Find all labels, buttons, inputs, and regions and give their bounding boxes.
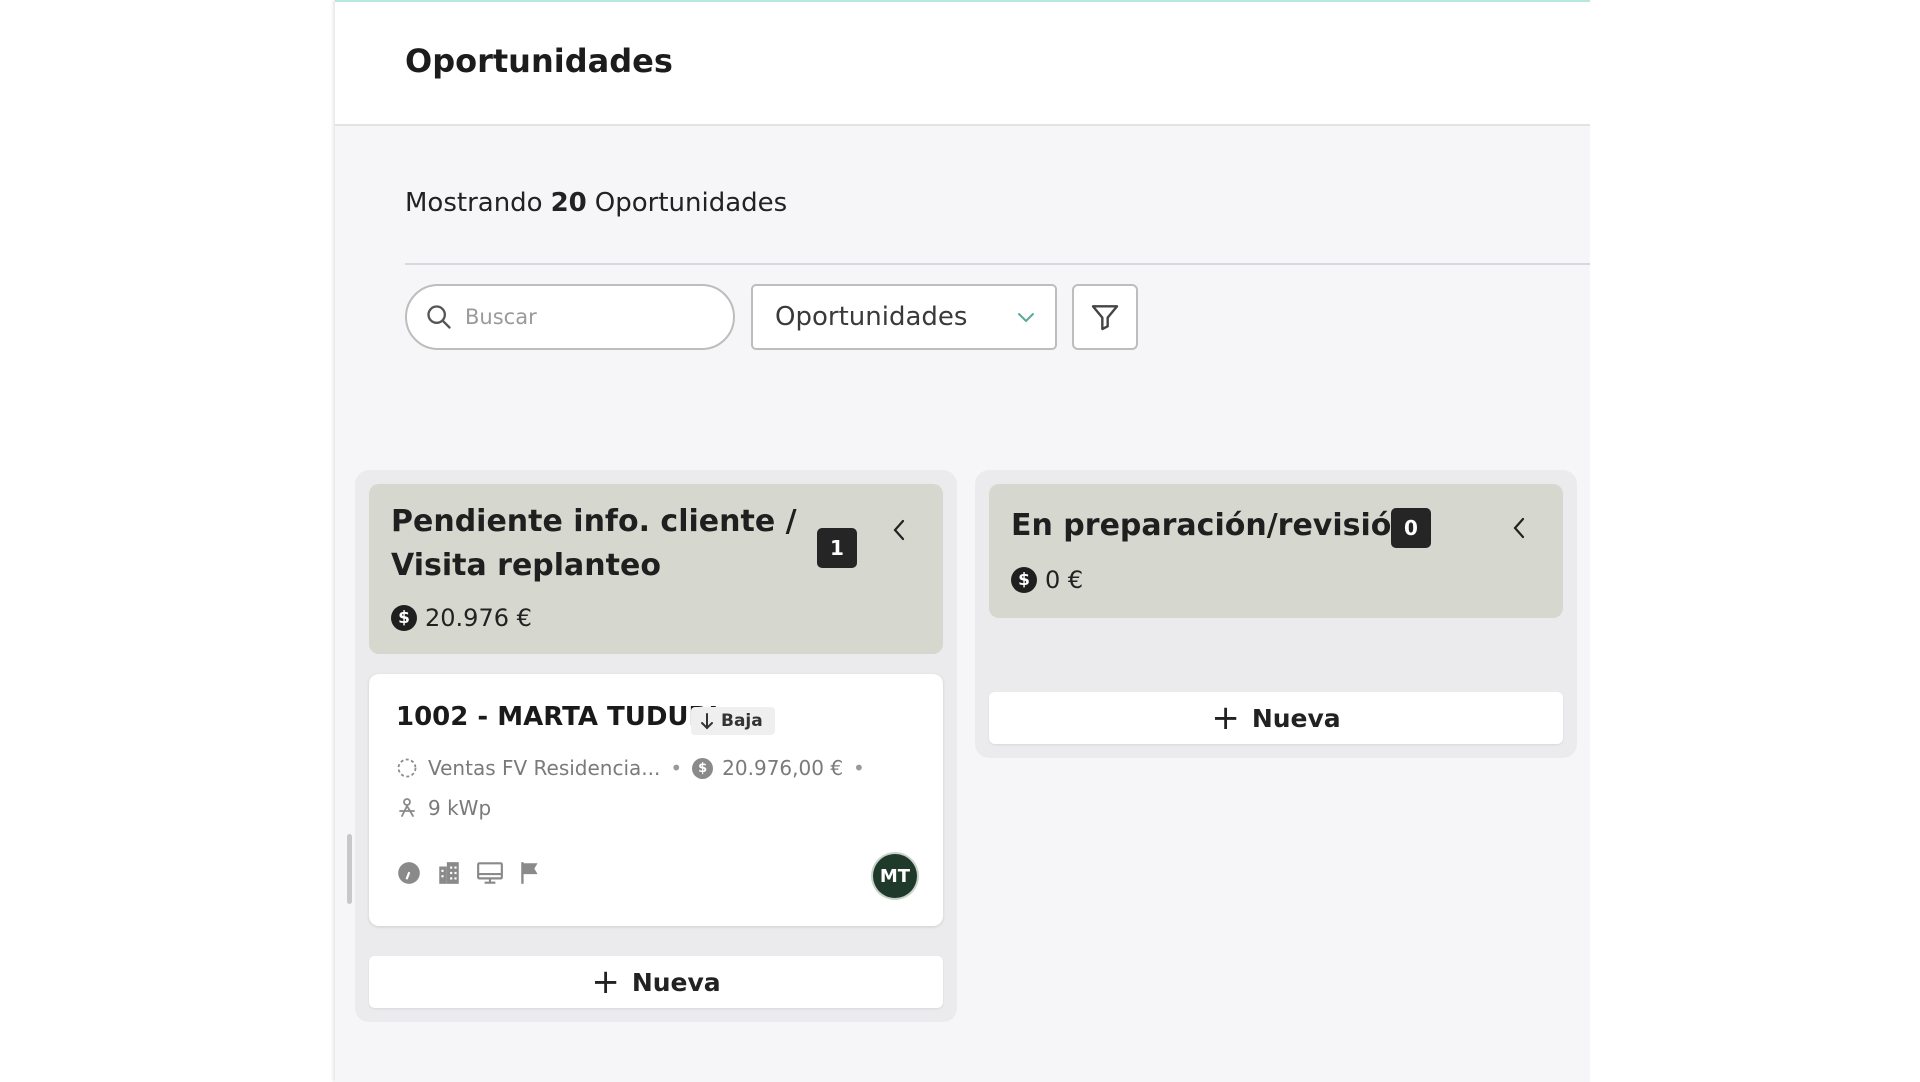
dollar-icon: $ (1011, 567, 1037, 593)
flag-icon[interactable] (518, 860, 542, 886)
add-button-label: Nueva (1251, 703, 1341, 733)
card-pipeline: Ventas FV Residencia... (428, 756, 661, 780)
card-power-row: 9 kWp (396, 796, 491, 820)
avatar[interactable]: MT (873, 854, 917, 898)
chevron-left-icon (893, 519, 905, 541)
search-box[interactable] (405, 284, 735, 350)
kanban-column-pendiente: Pendiente info. cliente / Visita replant… (355, 470, 957, 1022)
monitor-icon[interactable] (476, 860, 504, 886)
divider (405, 263, 1590, 265)
collapse-column-button[interactable] (1501, 510, 1537, 546)
page-title: Oportunidades (405, 42, 673, 80)
search-input[interactable] (463, 304, 707, 330)
summary-prefix: Mostrando (405, 188, 543, 218)
card-power: 9 kWp (428, 796, 492, 820)
plus-icon: + (591, 962, 620, 1002)
results-summary: Mostrando 20 Oportunidades (405, 188, 787, 218)
add-opportunity-button[interactable]: + Nueva (369, 956, 943, 1008)
column-header: En preparación/revisión 0 $ 0 € (989, 484, 1563, 618)
column-count-badge: 1 (817, 528, 857, 568)
arrow-down-icon (701, 713, 713, 730)
view-select[interactable]: Oportunidades (751, 284, 1057, 350)
plus-icon: + (1211, 698, 1240, 738)
column-amount: $ 0 € (1011, 566, 1083, 594)
column-amount-value: 0 € (1045, 566, 1084, 594)
scrollbar-handle[interactable] (347, 834, 352, 904)
column-title: Pendiente info. cliente / Visita replant… (391, 500, 797, 588)
dollar-icon: $ (391, 605, 417, 631)
meta-separator: • (853, 756, 865, 780)
column-title: En preparación/revisión (1011, 508, 1413, 543)
column-amount: $ 20.976 € (391, 604, 532, 632)
card-value: 20.976,00 € (722, 756, 844, 780)
kanban-column-en-preparacion: En preparación/revisión 0 $ 0 € + Nueva (975, 470, 1577, 758)
filter-button[interactable] (1072, 284, 1138, 350)
collapse-column-button[interactable] (881, 512, 917, 548)
summary-count: 20 (550, 188, 587, 218)
building-icon[interactable] (436, 860, 462, 886)
pipeline-status-icon (397, 758, 417, 778)
card-meta-row: Ventas FV Residencia... • $ 20.976,00 € … (396, 756, 875, 780)
add-opportunity-button[interactable]: + Nueva (989, 692, 1563, 744)
opportunities-panel: Oportunidades Mostrando20Oportunidades O… (335, 0, 1590, 1082)
search-icon (427, 305, 451, 329)
clock-icon[interactable] (396, 860, 422, 886)
column-title-line1: Pendiente info. cliente / (391, 504, 797, 539)
priority-badge: Baja (691, 707, 775, 735)
value-icon: $ (692, 757, 714, 779)
opportunity-card[interactable]: 1002 - MARTA TUDURI Baja Ventas FV Resid… (369, 674, 943, 926)
card-action-icons (396, 860, 542, 886)
filter-icon (1091, 305, 1119, 331)
column-title-line2: Visita replanteo (391, 548, 661, 583)
solar-panel-icon (399, 798, 415, 817)
view-select-value: Oportunidades (775, 302, 968, 332)
column-header: Pendiente info. cliente / Visita replant… (369, 484, 943, 654)
chevron-down-icon (1018, 313, 1034, 323)
meta-separator: • (670, 756, 683, 780)
add-button-label: Nueva (631, 967, 721, 997)
column-count-badge: 0 (1391, 508, 1431, 548)
priority-label: Baja (721, 711, 763, 731)
summary-suffix: Oportunidades (594, 188, 788, 218)
page-header: Oportunidades (335, 2, 1590, 126)
card-title: 1002 - MARTA TUDURI (396, 702, 719, 732)
chevron-left-icon (1513, 517, 1525, 539)
column-amount-value: 20.976 € (425, 604, 532, 632)
